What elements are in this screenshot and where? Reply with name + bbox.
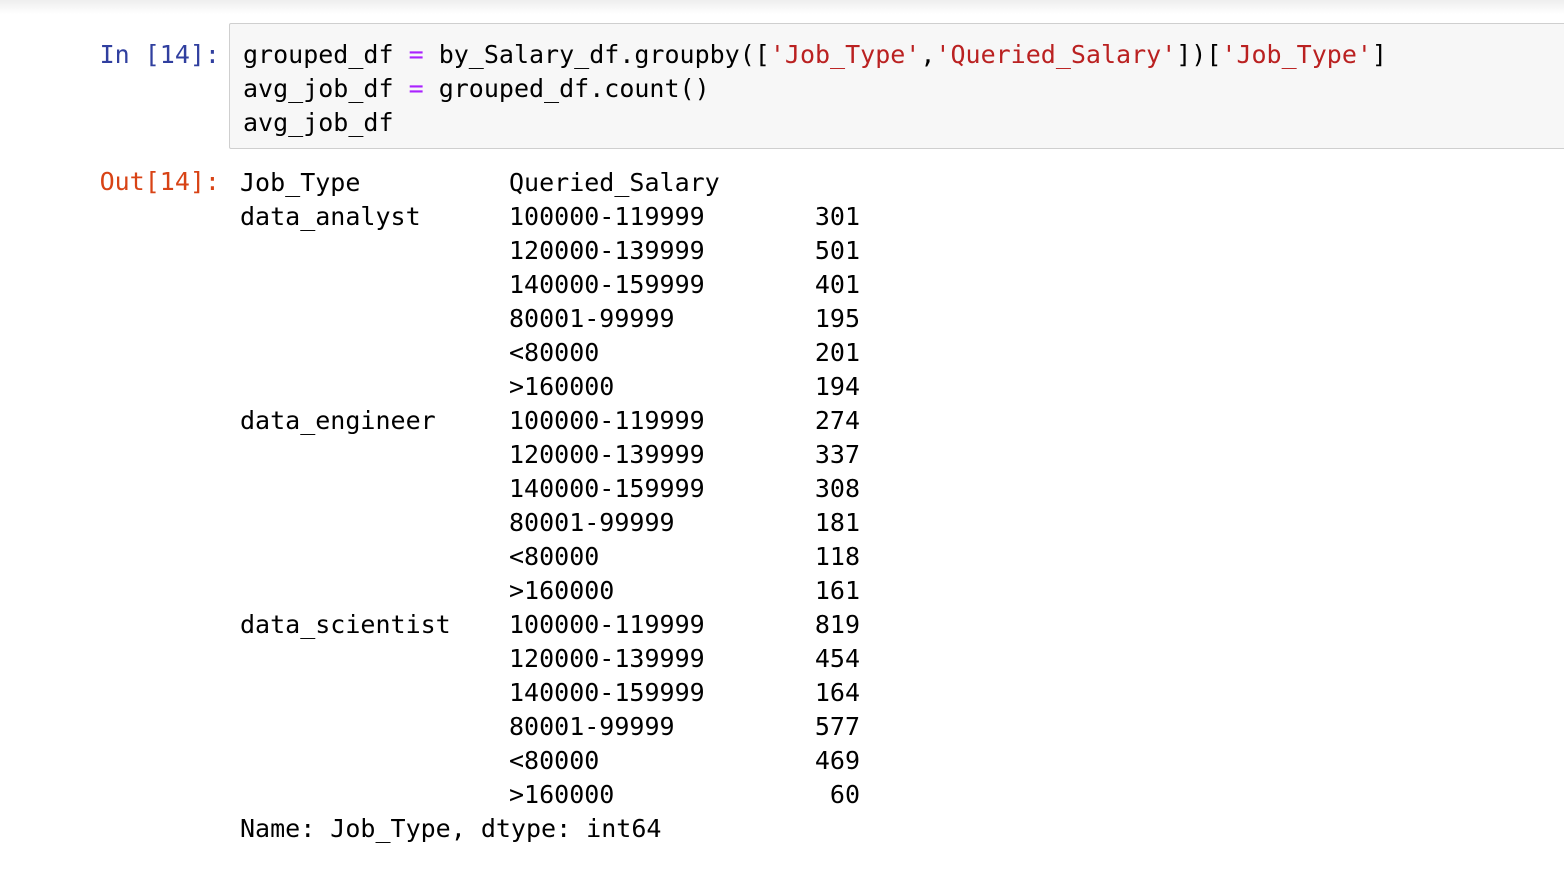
output-row-count: 469 [814,746,860,775]
output-row-count: 301 [814,202,860,231]
code-bracket: ] [1371,40,1387,69]
output-row-count: 274 [814,406,860,435]
output-row-count: 164 [814,678,860,707]
output-row-count: 60 [829,780,860,809]
input-prompt: In [14]: [99,40,220,69]
output-row-salary: 80001-99999 [509,508,675,537]
output-row-count: 337 [814,440,860,469]
output-row-job-type: data_scientist [240,610,451,639]
output-row-salary: >160000 [509,780,615,809]
output-row-salary: 100000-119999 [509,610,705,639]
notebook-top-shadow [0,0,1564,14]
output-row-salary: 140000-159999 [509,678,705,707]
output-row-salary: 80001-99999 [509,304,675,333]
output-row-salary: 100000-119999 [509,406,705,435]
code-var: grouped_df [243,40,394,69]
output-row-count: 201 [814,338,860,367]
output-row-job-type: data_analyst [240,202,421,231]
code-call: by_Salary_df.groupby([ [438,40,770,69]
output-row-count: 118 [814,542,860,571]
output-row-salary: 140000-159999 [509,270,705,299]
output-row-count: 401 [814,270,860,299]
code-operator: = [408,40,424,69]
output-header-queried-salary: Queried_Salary [509,168,720,197]
output-row-count: 195 [814,304,860,333]
code-string: 'Job_Type' [769,40,921,69]
output-row-count: 454 [814,644,860,673]
output-row-salary: 80001-99999 [509,712,675,741]
output-row-count: 194 [814,372,860,401]
code-var: avg_job_df [243,74,394,103]
output-row-salary: 120000-139999 [509,440,705,469]
code-operator: = [408,74,424,103]
output-row-count: 501 [814,236,860,265]
output-row-salary: 100000-119999 [509,202,705,231]
code-line-1: grouped_df = by_Salary_df.groupby(['Job_… [243,38,1387,72]
output-row-salary: >160000 [509,372,615,401]
output-header-job-type: Job_Type [240,168,361,197]
code-bracket: ])[ [1176,40,1222,69]
code-line-2: avg_job_df = grouped_df.count() [243,72,710,106]
output-row-count: 308 [814,474,860,503]
code-line-3: avg_job_df [243,106,394,140]
output-row-salary: 120000-139999 [509,644,705,673]
code-var: avg_job_df [243,108,394,137]
output-row-count: 181 [814,508,860,537]
code-string: 'Queried_Salary' [935,40,1177,69]
code-call: grouped_df.count() [438,74,710,103]
code-comma: , [920,40,936,69]
output-prompt: Out[14]: [99,167,220,196]
output-row-count: 577 [814,712,860,741]
output-row-job-type: data_engineer [240,406,436,435]
output-row-salary: 120000-139999 [509,236,705,265]
output-row-salary: <80000 [509,338,600,367]
code-cell-input[interactable]: grouped_df = by_Salary_df.groupby(['Job_… [229,23,1564,149]
output-row-count: 819 [814,610,860,639]
output-row-count: 161 [814,576,860,605]
output-row-salary: >160000 [509,576,615,605]
output-row-salary: 140000-159999 [509,474,705,503]
output-footer: Name: Job_Type, dtype: int64 [240,814,662,843]
code-string: 'Job_Type' [1221,40,1372,69]
output-row-salary: <80000 [509,542,600,571]
output-row-salary: <80000 [509,746,600,775]
